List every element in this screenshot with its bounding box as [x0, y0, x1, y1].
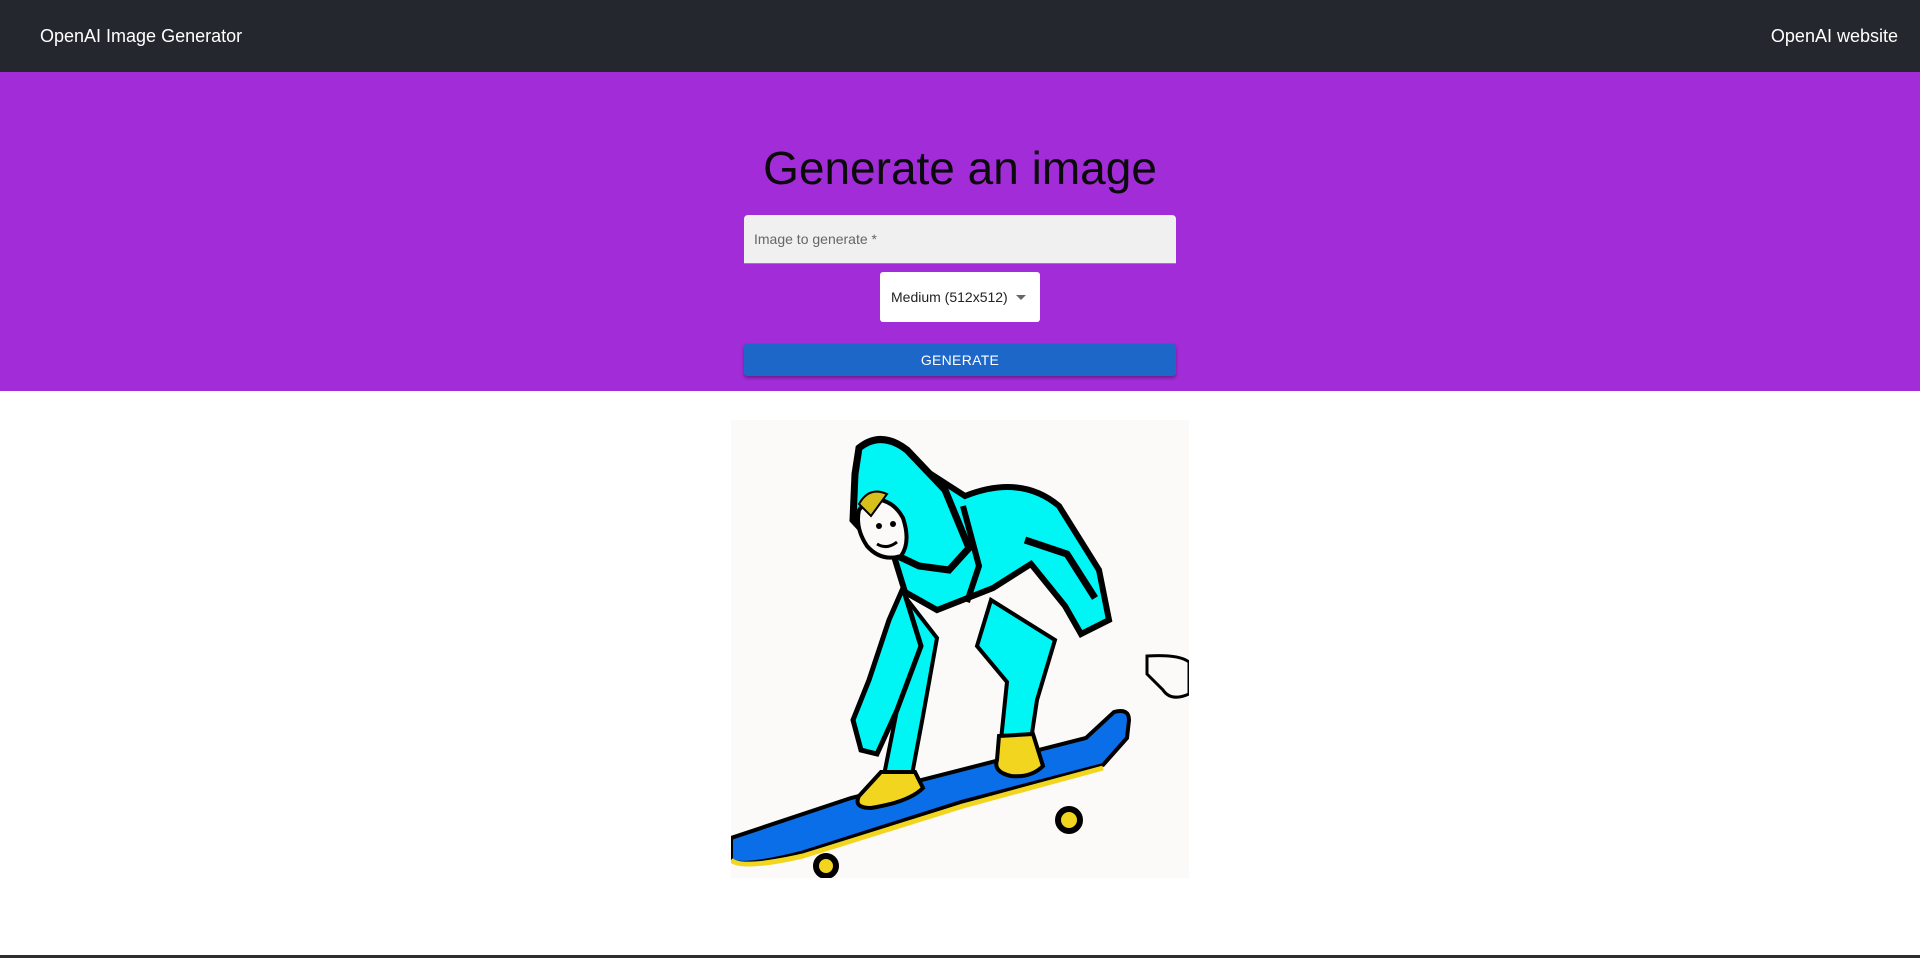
skateboard — [731, 709, 1132, 878]
skateboarder-illustration — [731, 436, 1189, 878]
head — [849, 436, 974, 574]
hand — [1145, 654, 1189, 699]
prompt-field[interactable] — [744, 215, 1176, 264]
prompt-input[interactable] — [744, 215, 1176, 263]
dropdown-arrow-icon — [1015, 294, 1026, 300]
page-title: Generate an image — [763, 142, 1157, 194]
app-brand[interactable]: OpenAI Image Generator — [40, 26, 242, 47]
size-select-value: Medium (512x512) — [891, 289, 1008, 305]
generate-button[interactable]: GENERATE — [744, 344, 1176, 376]
size-select[interactable]: Medium (512x512) — [880, 272, 1040, 322]
generated-image — [731, 420, 1189, 878]
openai-website-link[interactable]: OpenAI website — [1771, 26, 1898, 47]
navbar: OpenAI Image Generator OpenAI website — [0, 0, 1920, 72]
